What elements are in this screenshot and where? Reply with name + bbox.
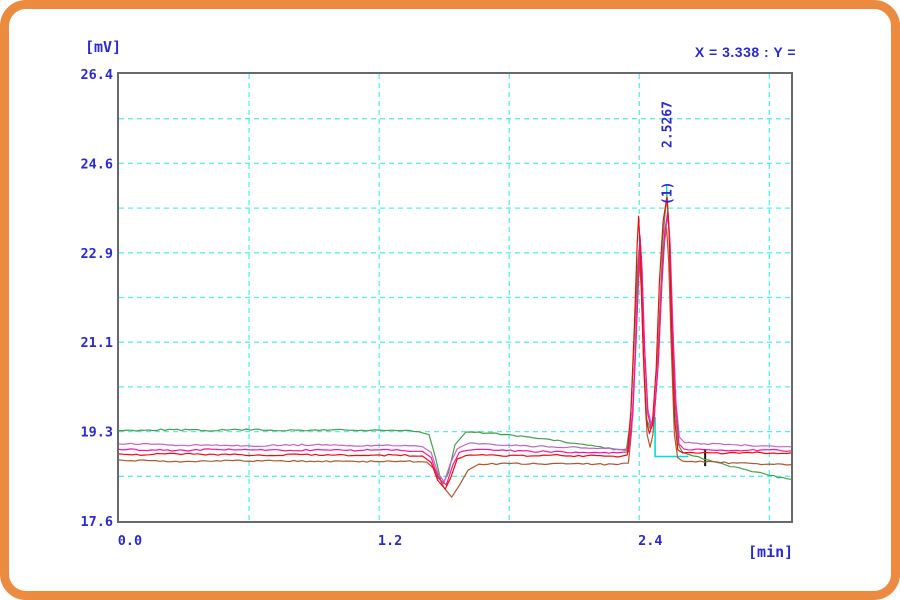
x-tick-label: 2.4 xyxy=(638,533,662,549)
detector-trace-purple xyxy=(119,215,791,482)
peak-number-label: (1) xyxy=(661,182,676,205)
peak-retention-time-label: 2.5267 xyxy=(661,101,676,148)
y-tick-label: 21.1 xyxy=(80,335,113,351)
integration-baseline xyxy=(655,417,688,457)
y-tick-label: 26.4 xyxy=(80,67,113,83)
y-tick-label: 24.6 xyxy=(80,156,113,172)
y-tick-label: 22.9 xyxy=(80,246,113,262)
y-tick-label: 17.6 xyxy=(80,514,113,530)
x-tick-label: 1.2 xyxy=(378,533,402,549)
y-tick-label: 19.3 xyxy=(80,425,113,441)
chromatogram-plot[interactable]: (1) 2.5267 26.4 24.6 22.9 21.1 19.3 17.6 0.0 1.2 2… xyxy=(0,0,900,600)
x-tick-label: 0.0 xyxy=(118,533,142,549)
detector-trace-brown xyxy=(119,228,791,497)
